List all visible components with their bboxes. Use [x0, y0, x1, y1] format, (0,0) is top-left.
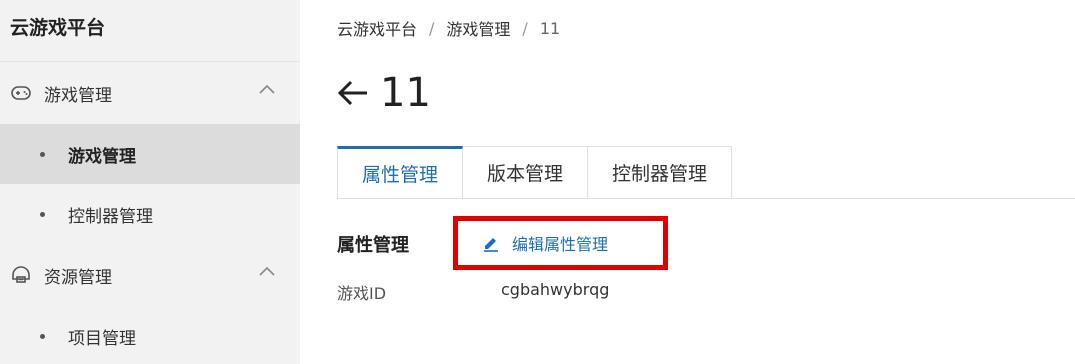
bullet-icon [40, 212, 45, 217]
page-header: 11 [336, 70, 431, 116]
breadcrumb-item-current: 11 [539, 18, 561, 38]
sidebar-item-game-management[interactable]: 游戏管理 [0, 124, 300, 184]
tab-divider [337, 198, 1075, 199]
breadcrumb-separator: / [522, 18, 528, 38]
tab-controller-management[interactable]: 控制器管理 [588, 146, 733, 199]
breadcrumb-item-game-management[interactable]: 游戏管理 [446, 16, 510, 40]
bullet-icon [40, 152, 45, 157]
sidebar: 云游戏平台 游戏管理 游戏管理 控制器管理 资源管理 项目管理 [0, 0, 300, 364]
tab-bar: 属性管理 版本管理 控制器管理 [337, 146, 733, 199]
chevron-up-icon[interactable] [258, 265, 276, 277]
breadcrumb: 云游戏平台 / 游戏管理 / 11 [337, 16, 560, 40]
sidebar-group-label: 资源管理 [44, 267, 112, 288]
sidebar-item-label: 控制器管理 [68, 206, 153, 227]
sidebar-group-resource-management[interactable]: 资源管理 [0, 244, 300, 306]
gamepad-icon [10, 82, 32, 104]
sidebar-item-controller-management[interactable]: 控制器管理 [0, 184, 300, 244]
sidebar-item-project-management[interactable]: 项目管理 [0, 306, 300, 364]
sidebar-group-label: 游戏管理 [44, 85, 112, 106]
section-title: 属性管理 [337, 235, 409, 256]
field-value-game-id: cgbahwybrqg [501, 280, 610, 299]
tab-version-management[interactable]: 版本管理 [463, 146, 589, 199]
sidebar-item-label: 项目管理 [68, 328, 136, 349]
edit-attributes-label: 编辑属性管理 [512, 235, 609, 254]
field-label-game-id: 游戏ID [337, 284, 387, 303]
resource-icon [10, 264, 32, 286]
breadcrumb-item-platform[interactable]: 云游戏平台 [337, 16, 417, 40]
edit-attributes-button[interactable]: 编辑属性管理 [482, 231, 608, 255]
app-brand: 云游戏平台 [0, 0, 300, 62]
chevron-up-icon[interactable] [258, 83, 276, 95]
tab-attribute-management[interactable]: 属性管理 [337, 146, 464, 199]
edit-pencil-icon [484, 238, 498, 252]
sidebar-group-game-management[interactable]: 游戏管理 [0, 62, 300, 124]
bullet-icon [40, 334, 45, 339]
back-arrow-icon[interactable] [336, 78, 370, 108]
highlight-box: 编辑属性管理 [453, 216, 668, 270]
main-content: 云游戏平台 / 游戏管理 / 11 11 属性管理 版本管理 控制器管理 属性管… [300, 0, 1075, 364]
sidebar-item-label: 游戏管理 [68, 146, 136, 167]
page-title: 11 [380, 70, 431, 116]
breadcrumb-separator: / [429, 18, 435, 38]
